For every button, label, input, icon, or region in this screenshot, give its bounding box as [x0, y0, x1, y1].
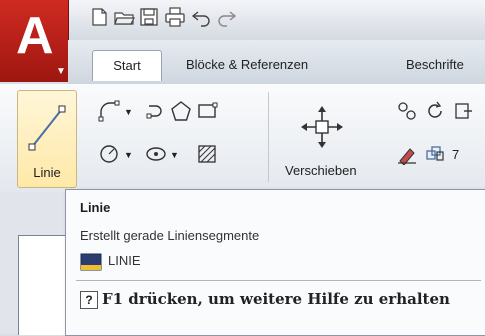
- quick-access-toolbar: [0, 0, 485, 41]
- drawing-canvas[interactable]: [18, 235, 66, 335]
- trim-icon[interactable]: [452, 100, 474, 122]
- command-line-icon: [80, 253, 102, 271]
- tooltip-command: LINIE: [108, 253, 141, 268]
- ribbon-tab-bar: Start Blöcke & Referenzen Beschrifte: [68, 40, 485, 85]
- tab-bloecke-referenzen[interactable]: Blöcke & Referenzen: [186, 50, 308, 80]
- tab-start[interactable]: Start: [92, 50, 162, 81]
- hatch-icon[interactable]: [196, 143, 218, 165]
- help-icon: ?: [80, 291, 98, 309]
- polyline-icon[interactable]: [98, 100, 120, 122]
- chevron-down-icon[interactable]: ▼: [170, 150, 179, 160]
- line-tool-label: Linie: [33, 165, 61, 180]
- open-folder-icon[interactable]: [113, 6, 135, 28]
- copy-icon[interactable]: [396, 100, 418, 122]
- move-tool-label: Verschieben: [285, 163, 357, 178]
- arc-icon[interactable]: [145, 100, 167, 122]
- undo-icon[interactable]: [190, 6, 212, 28]
- redo-icon[interactable]: [216, 6, 238, 28]
- panel-separator: [268, 92, 269, 182]
- ellipse-icon[interactable]: [145, 143, 167, 165]
- new-file-icon[interactable]: [88, 6, 110, 28]
- chevron-down-icon[interactable]: ▼: [124, 107, 133, 117]
- array-icon[interactable]: [424, 143, 446, 165]
- tab-beschriften[interactable]: Beschrifte: [406, 50, 464, 80]
- line-icon: [28, 105, 66, 151]
- erase-icon[interactable]: [396, 143, 418, 165]
- line-tool-button[interactable]: Linie: [17, 90, 77, 188]
- save-icon[interactable]: [138, 6, 160, 28]
- application-menu-button[interactable]: A ▼: [0, 0, 69, 82]
- chevron-down-icon: ▼: [56, 66, 66, 77]
- tooltip-divider: [76, 280, 481, 281]
- tooltip-help-text: F1 drücken, um weitere Hilfe zu erhalten: [102, 290, 450, 308]
- move-icon[interactable]: [298, 103, 346, 151]
- autocad-logo: A: [16, 7, 54, 65]
- tooltip: Linie Erstellt gerade Liniensegmente LIN…: [65, 189, 485, 336]
- rectangle-icon[interactable]: [196, 100, 218, 122]
- tooltip-title: Linie: [80, 200, 111, 215]
- circle-icon[interactable]: [98, 143, 120, 165]
- chevron-down-icon[interactable]: ▼: [124, 150, 133, 160]
- truncated-tool-icon[interactable]: 7: [452, 147, 459, 162]
- polygon-icon[interactable]: [170, 100, 192, 122]
- print-icon[interactable]: [164, 6, 186, 28]
- tooltip-description: Erstellt gerade Liniensegmente: [80, 228, 260, 243]
- rotate-icon[interactable]: [424, 100, 446, 122]
